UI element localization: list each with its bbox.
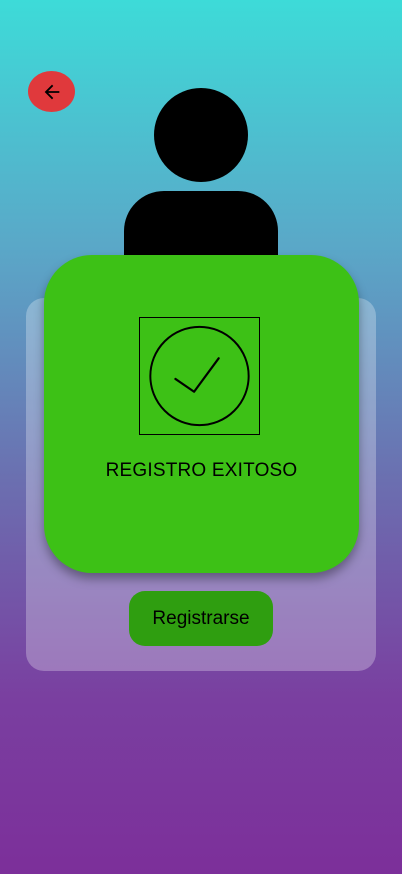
back-button[interactable] [28, 71, 75, 112]
check-circle-icon [139, 317, 260, 435]
arrow-left-icon [41, 81, 63, 103]
avatar-head [154, 88, 248, 182]
avatar-body [124, 191, 278, 261]
success-dialog: REGISTRO EXITOSO [44, 255, 359, 573]
register-button[interactable]: Registrarse [129, 591, 273, 646]
success-message: REGISTRO EXITOSO [105, 460, 298, 481]
user-silhouette-icon [124, 88, 278, 261]
